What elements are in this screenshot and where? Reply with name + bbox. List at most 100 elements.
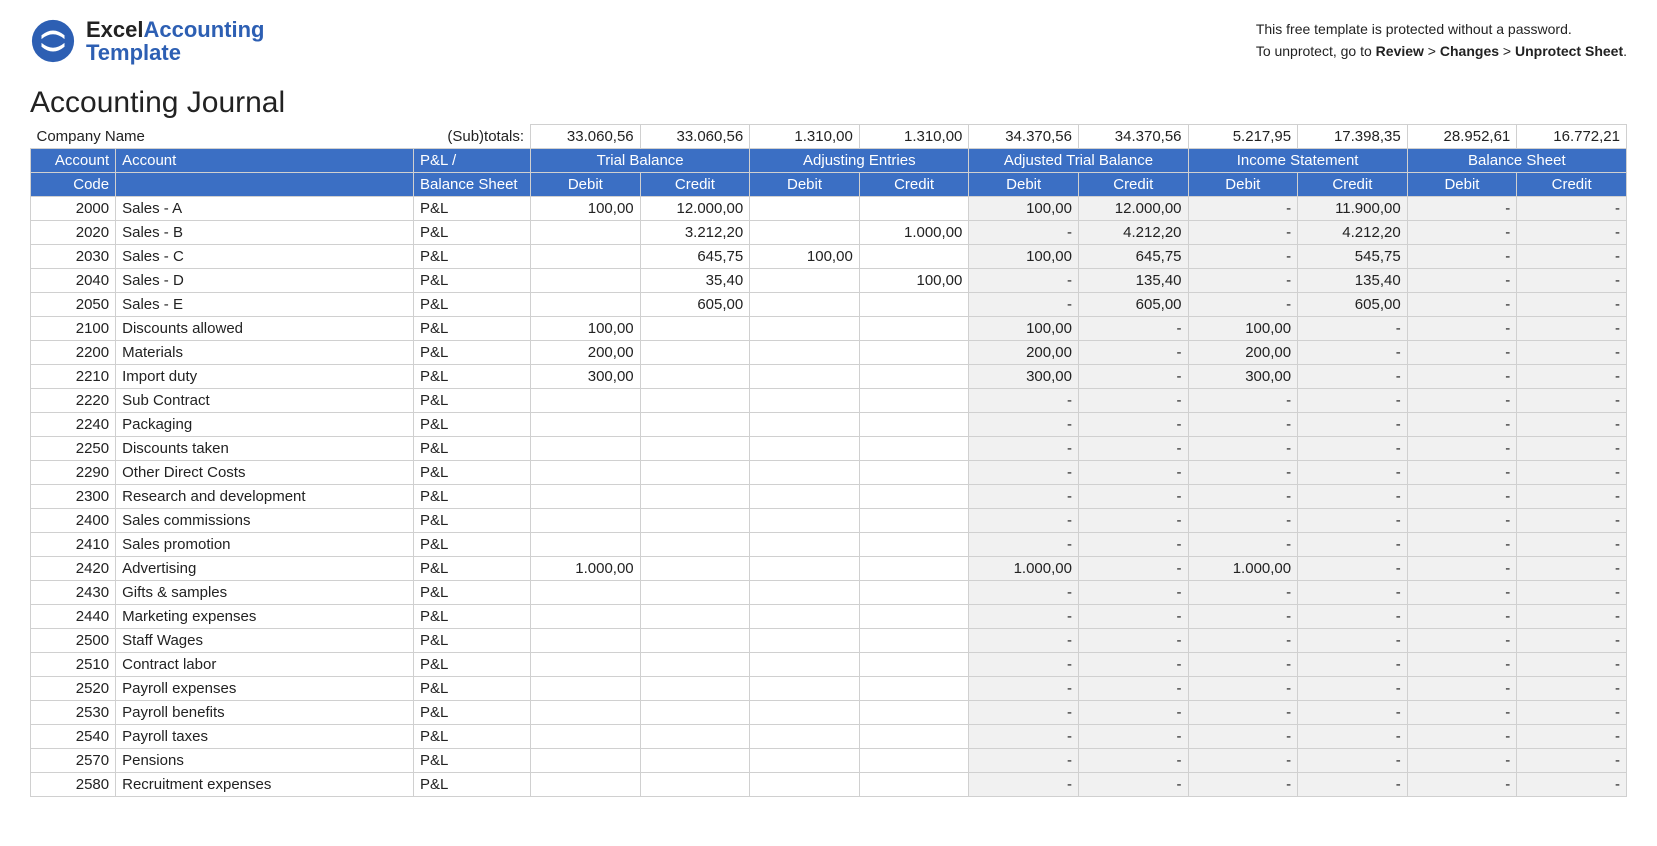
cell-balance-debit[interactable]: -	[1407, 533, 1517, 557]
cell-trial-debit[interactable]	[531, 509, 641, 533]
cell-adjusting-debit[interactable]	[750, 773, 860, 797]
cell-adjusted-debit[interactable]: -	[969, 677, 1079, 701]
cell-account-type[interactable]: P&L	[414, 341, 531, 365]
cell-balance-debit[interactable]: -	[1407, 461, 1517, 485]
cell-balance-debit[interactable]: -	[1407, 317, 1517, 341]
cell-account-type[interactable]: P&L	[414, 461, 531, 485]
subtotal-cell[interactable]: 28.952,61	[1407, 125, 1517, 149]
cell-trial-debit[interactable]	[531, 773, 641, 797]
cell-adjusted-credit[interactable]: -	[1078, 653, 1188, 677]
cell-adjusting-credit[interactable]	[859, 461, 969, 485]
cell-account-code[interactable]: 2220	[31, 389, 116, 413]
cell-account-code[interactable]: 2510	[31, 653, 116, 677]
cell-account-type[interactable]: P&L	[414, 413, 531, 437]
cell-account-type[interactable]: P&L	[414, 605, 531, 629]
cell-adjusting-credit[interactable]	[859, 533, 969, 557]
cell-income-credit[interactable]: -	[1298, 437, 1408, 461]
cell-account-code[interactable]: 2300	[31, 485, 116, 509]
cell-income-debit[interactable]: -	[1188, 197, 1298, 221]
cell-adjusted-debit[interactable]: -	[969, 413, 1079, 437]
subtotal-cell[interactable]: 1.310,00	[859, 125, 969, 149]
cell-account-name[interactable]: Payroll expenses	[116, 677, 414, 701]
cell-income-credit[interactable]: 545,75	[1298, 245, 1408, 269]
cell-adjusting-credit[interactable]	[859, 701, 969, 725]
cell-adjusted-debit[interactable]: -	[969, 437, 1079, 461]
cell-balance-credit[interactable]: -	[1517, 293, 1627, 317]
cell-adjusting-credit[interactable]	[859, 317, 969, 341]
cell-adjusting-credit[interactable]: 1.000,00	[859, 221, 969, 245]
cell-income-credit[interactable]: -	[1298, 701, 1408, 725]
cell-income-credit[interactable]: -	[1298, 749, 1408, 773]
cell-adjusted-credit[interactable]: -	[1078, 485, 1188, 509]
cell-trial-credit[interactable]	[640, 677, 750, 701]
cell-balance-credit[interactable]: -	[1517, 413, 1627, 437]
cell-adjusted-debit[interactable]: -	[969, 461, 1079, 485]
cell-adjusting-debit[interactable]	[750, 317, 860, 341]
cell-account-name[interactable]: Sales - C	[116, 245, 414, 269]
cell-adjusted-credit[interactable]: -	[1078, 437, 1188, 461]
cell-adjusted-debit[interactable]: -	[969, 629, 1079, 653]
cell-account-code[interactable]: 2240	[31, 413, 116, 437]
cell-income-debit[interactable]: -	[1188, 389, 1298, 413]
cell-trial-credit[interactable]	[640, 581, 750, 605]
cell-account-code[interactable]: 2200	[31, 341, 116, 365]
cell-adjusting-debit[interactable]	[750, 413, 860, 437]
cell-trial-credit[interactable]	[640, 749, 750, 773]
cell-balance-credit[interactable]: -	[1517, 701, 1627, 725]
cell-balance-credit[interactable]: -	[1517, 221, 1627, 245]
cell-balance-debit[interactable]: -	[1407, 773, 1517, 797]
cell-adjusted-debit[interactable]: -	[969, 221, 1079, 245]
cell-adjusted-credit[interactable]: -	[1078, 701, 1188, 725]
cell-trial-credit[interactable]	[640, 461, 750, 485]
cell-adjusting-debit[interactable]	[750, 509, 860, 533]
cell-adjusted-credit[interactable]: -	[1078, 725, 1188, 749]
cell-income-credit[interactable]: -	[1298, 341, 1408, 365]
cell-adjusting-credit[interactable]	[859, 557, 969, 581]
cell-balance-debit[interactable]: -	[1407, 509, 1517, 533]
cell-account-type[interactable]: P&L	[414, 629, 531, 653]
cell-income-credit[interactable]: -	[1298, 605, 1408, 629]
cell-account-name[interactable]: Contract labor	[116, 653, 414, 677]
cell-balance-debit[interactable]: -	[1407, 677, 1517, 701]
cell-income-debit[interactable]: -	[1188, 773, 1298, 797]
cell-account-name[interactable]: Discounts taken	[116, 437, 414, 461]
cell-balance-credit[interactable]: -	[1517, 485, 1627, 509]
cell-balance-credit[interactable]: -	[1517, 581, 1627, 605]
cell-adjusted-credit[interactable]: -	[1078, 749, 1188, 773]
cell-trial-debit[interactable]: 300,00	[531, 365, 641, 389]
cell-adjusted-debit[interactable]: 100,00	[969, 317, 1079, 341]
subtotal-cell[interactable]: 5.217,95	[1188, 125, 1298, 149]
cell-trial-debit[interactable]	[531, 389, 641, 413]
cell-trial-credit[interactable]	[640, 725, 750, 749]
cell-trial-debit[interactable]: 1.000,00	[531, 557, 641, 581]
cell-income-credit[interactable]: 135,40	[1298, 269, 1408, 293]
cell-trial-credit[interactable]: 35,40	[640, 269, 750, 293]
cell-account-name[interactable]: Sales - E	[116, 293, 414, 317]
cell-account-code[interactable]: 2410	[31, 533, 116, 557]
cell-adjusted-credit[interactable]: -	[1078, 605, 1188, 629]
cell-adjusted-debit[interactable]: -	[969, 581, 1079, 605]
cell-balance-debit[interactable]: -	[1407, 269, 1517, 293]
cell-adjusted-debit[interactable]: -	[969, 701, 1079, 725]
cell-account-type[interactable]: P&L	[414, 389, 531, 413]
cell-income-debit[interactable]: -	[1188, 605, 1298, 629]
subtotal-cell[interactable]: 1.310,00	[750, 125, 860, 149]
subtotal-cell[interactable]: 34.370,56	[1078, 125, 1188, 149]
cell-trial-credit[interactable]	[640, 557, 750, 581]
subtotal-cell[interactable]: 33.060,56	[531, 125, 641, 149]
cell-income-debit[interactable]: -	[1188, 293, 1298, 317]
cell-account-name[interactable]: Marketing expenses	[116, 605, 414, 629]
cell-adjusted-credit[interactable]: -	[1078, 533, 1188, 557]
cell-adjusted-debit[interactable]: -	[969, 773, 1079, 797]
cell-balance-credit[interactable]: -	[1517, 245, 1627, 269]
cell-account-type[interactable]: P&L	[414, 245, 531, 269]
cell-adjusting-debit[interactable]	[750, 533, 860, 557]
cell-income-credit[interactable]: -	[1298, 413, 1408, 437]
cell-balance-credit[interactable]: -	[1517, 533, 1627, 557]
cell-adjusted-debit[interactable]: -	[969, 485, 1079, 509]
cell-trial-credit[interactable]	[640, 605, 750, 629]
cell-adjusted-credit[interactable]: 12.000,00	[1078, 197, 1188, 221]
cell-account-type[interactable]: P&L	[414, 221, 531, 245]
cell-account-type[interactable]: P&L	[414, 725, 531, 749]
cell-adjusted-debit[interactable]: -	[969, 269, 1079, 293]
